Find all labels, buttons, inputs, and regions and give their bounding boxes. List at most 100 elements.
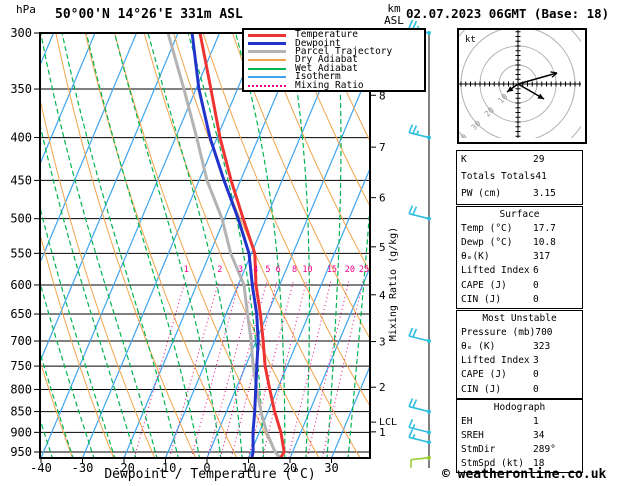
table-row: K29 bbox=[457, 151, 582, 168]
table-row: CIN (J)0 bbox=[457, 292, 582, 306]
svg-text:6: 6 bbox=[379, 192, 386, 205]
svg-text:30: 30 bbox=[469, 119, 482, 132]
legend-line-sample bbox=[248, 85, 286, 87]
svg-text:500: 500 bbox=[10, 212, 32, 226]
chart-legend: TemperatureDewpointParcel TrajectoryDry … bbox=[242, 28, 426, 92]
table-row: StmDir289° bbox=[457, 442, 582, 456]
legend-line-sample bbox=[248, 42, 286, 45]
svg-text:kt: kt bbox=[465, 35, 476, 45]
stat-label: Temp (°C) bbox=[461, 223, 533, 234]
stat-label: CIN (J) bbox=[461, 384, 533, 395]
svg-text:2: 2 bbox=[379, 381, 386, 394]
stat-value: 700 bbox=[535, 327, 552, 338]
stat-value: 3 bbox=[533, 355, 539, 366]
stats-panel: Most UnstablePressure (mb)700θₑ (K)323Li… bbox=[456, 310, 583, 399]
hodograph-plot: 10203040kt bbox=[459, 30, 581, 138]
legend-line-sample bbox=[248, 59, 286, 61]
svg-text:1: 1 bbox=[184, 265, 189, 275]
table-row: Lifted Index3 bbox=[457, 354, 582, 368]
svg-text:10: 10 bbox=[302, 265, 312, 275]
stat-label: PW (cm) bbox=[461, 188, 533, 199]
svg-text:5: 5 bbox=[379, 241, 386, 254]
stat-value: 41 bbox=[535, 171, 546, 182]
legend-line-sample bbox=[248, 76, 286, 78]
svg-text:15: 15 bbox=[327, 265, 337, 275]
stat-value: 289° bbox=[533, 444, 556, 455]
table-row: Lifted Index6 bbox=[457, 264, 582, 278]
svg-text:4: 4 bbox=[379, 289, 386, 302]
svg-text:20: 20 bbox=[483, 105, 496, 118]
table-row: Pressure (mb)700 bbox=[457, 325, 582, 339]
stat-value: 3.15 bbox=[533, 188, 556, 199]
svg-text:850: 850 bbox=[10, 405, 32, 419]
legend-item-label: Mixing Ratio bbox=[295, 82, 364, 90]
table-row: Dewp (°C)10.8 bbox=[457, 235, 582, 249]
svg-text:5: 5 bbox=[265, 265, 270, 275]
stat-label: CAPE (J) bbox=[461, 280, 533, 291]
legend-line-sample bbox=[248, 50, 286, 53]
svg-text:20: 20 bbox=[345, 265, 355, 275]
svg-text:7: 7 bbox=[379, 141, 386, 154]
table-row: Temp (°C)17.7 bbox=[457, 221, 582, 235]
stat-label: Dewp (°C) bbox=[461, 237, 533, 248]
legend-line-sample bbox=[248, 68, 286, 70]
stat-value: 323 bbox=[533, 341, 550, 352]
stat-value: 34 bbox=[533, 430, 544, 441]
stat-label: SREH bbox=[461, 430, 533, 441]
svg-text:10: 10 bbox=[496, 92, 509, 105]
svg-text:25: 25 bbox=[359, 265, 369, 275]
datetime-label: 02.07.2023 06GMT (Base: 18) bbox=[406, 6, 609, 21]
svg-text:400: 400 bbox=[10, 131, 32, 145]
table-row: SREH34 bbox=[457, 428, 582, 442]
stat-label: θₑ(K) bbox=[461, 251, 533, 262]
table-row: θₑ (K)323 bbox=[457, 339, 582, 353]
stat-value: 0 bbox=[533, 384, 539, 395]
svg-text:600: 600 bbox=[10, 278, 32, 292]
stat-label: K bbox=[461, 154, 533, 165]
stats-panel: K29Totals Totals41PW (cm)3.15 bbox=[456, 150, 583, 205]
page-title: 50°00'N 14°26'E 331m ASL bbox=[55, 7, 243, 22]
table-row: CIN (J)0 bbox=[457, 382, 582, 396]
svg-text:2: 2 bbox=[217, 265, 222, 275]
svg-text:-40: -40 bbox=[30, 461, 52, 475]
mixing-ratio-axis-label: Mixing Ratio (g/kg) bbox=[388, 219, 402, 349]
table-row: EH1 bbox=[457, 414, 582, 428]
svg-text:950: 950 bbox=[10, 445, 32, 459]
svg-text:8: 8 bbox=[292, 265, 297, 275]
stat-value: 317 bbox=[533, 251, 550, 262]
svg-text:900: 900 bbox=[10, 425, 32, 439]
svg-text:650: 650 bbox=[10, 307, 32, 321]
copyright: © weatheronline.co.uk bbox=[442, 467, 606, 482]
svg-text:300: 300 bbox=[10, 26, 32, 40]
panel-title: Hodograph bbox=[457, 400, 582, 414]
svg-text:450: 450 bbox=[10, 173, 32, 187]
table-row: CAPE (J)0 bbox=[457, 278, 582, 292]
stat-label: Pressure (mb) bbox=[461, 327, 535, 338]
svg-text:3: 3 bbox=[238, 265, 243, 275]
hodograph: 10203040kt bbox=[457, 28, 587, 144]
svg-text:550: 550 bbox=[10, 246, 32, 260]
table-row: Totals Totals41 bbox=[457, 168, 582, 185]
stat-value: 10.8 bbox=[533, 237, 556, 248]
stat-value: 17.7 bbox=[533, 223, 556, 234]
stat-label: CIN (J) bbox=[461, 294, 533, 305]
svg-text:800: 800 bbox=[10, 383, 32, 397]
stat-label: CAPE (J) bbox=[461, 369, 533, 380]
svg-text:350: 350 bbox=[10, 82, 32, 96]
panel-title: Surface bbox=[457, 207, 582, 221]
stat-value: 29 bbox=[533, 154, 544, 165]
stat-value: 0 bbox=[533, 294, 539, 305]
legend-line-sample bbox=[248, 34, 286, 37]
table-row: PW (cm)3.15 bbox=[457, 185, 582, 202]
stat-label: θₑ (K) bbox=[461, 341, 533, 352]
stat-label: StmDir bbox=[461, 444, 533, 455]
table-row: CAPE (J)0 bbox=[457, 368, 582, 382]
stat-label: Totals Totals bbox=[461, 171, 535, 182]
pressure-axis-unit: hPa bbox=[16, 3, 36, 16]
panel-title: Most Unstable bbox=[457, 311, 582, 325]
stat-value: 6 bbox=[533, 265, 539, 276]
table-row: θₑ(K)317 bbox=[457, 250, 582, 264]
svg-text:700: 700 bbox=[10, 334, 32, 348]
stats-panel: SurfaceTemp (°C)17.7Dewp (°C)10.8θₑ(K)31… bbox=[456, 206, 583, 309]
svg-text:6: 6 bbox=[276, 265, 281, 275]
